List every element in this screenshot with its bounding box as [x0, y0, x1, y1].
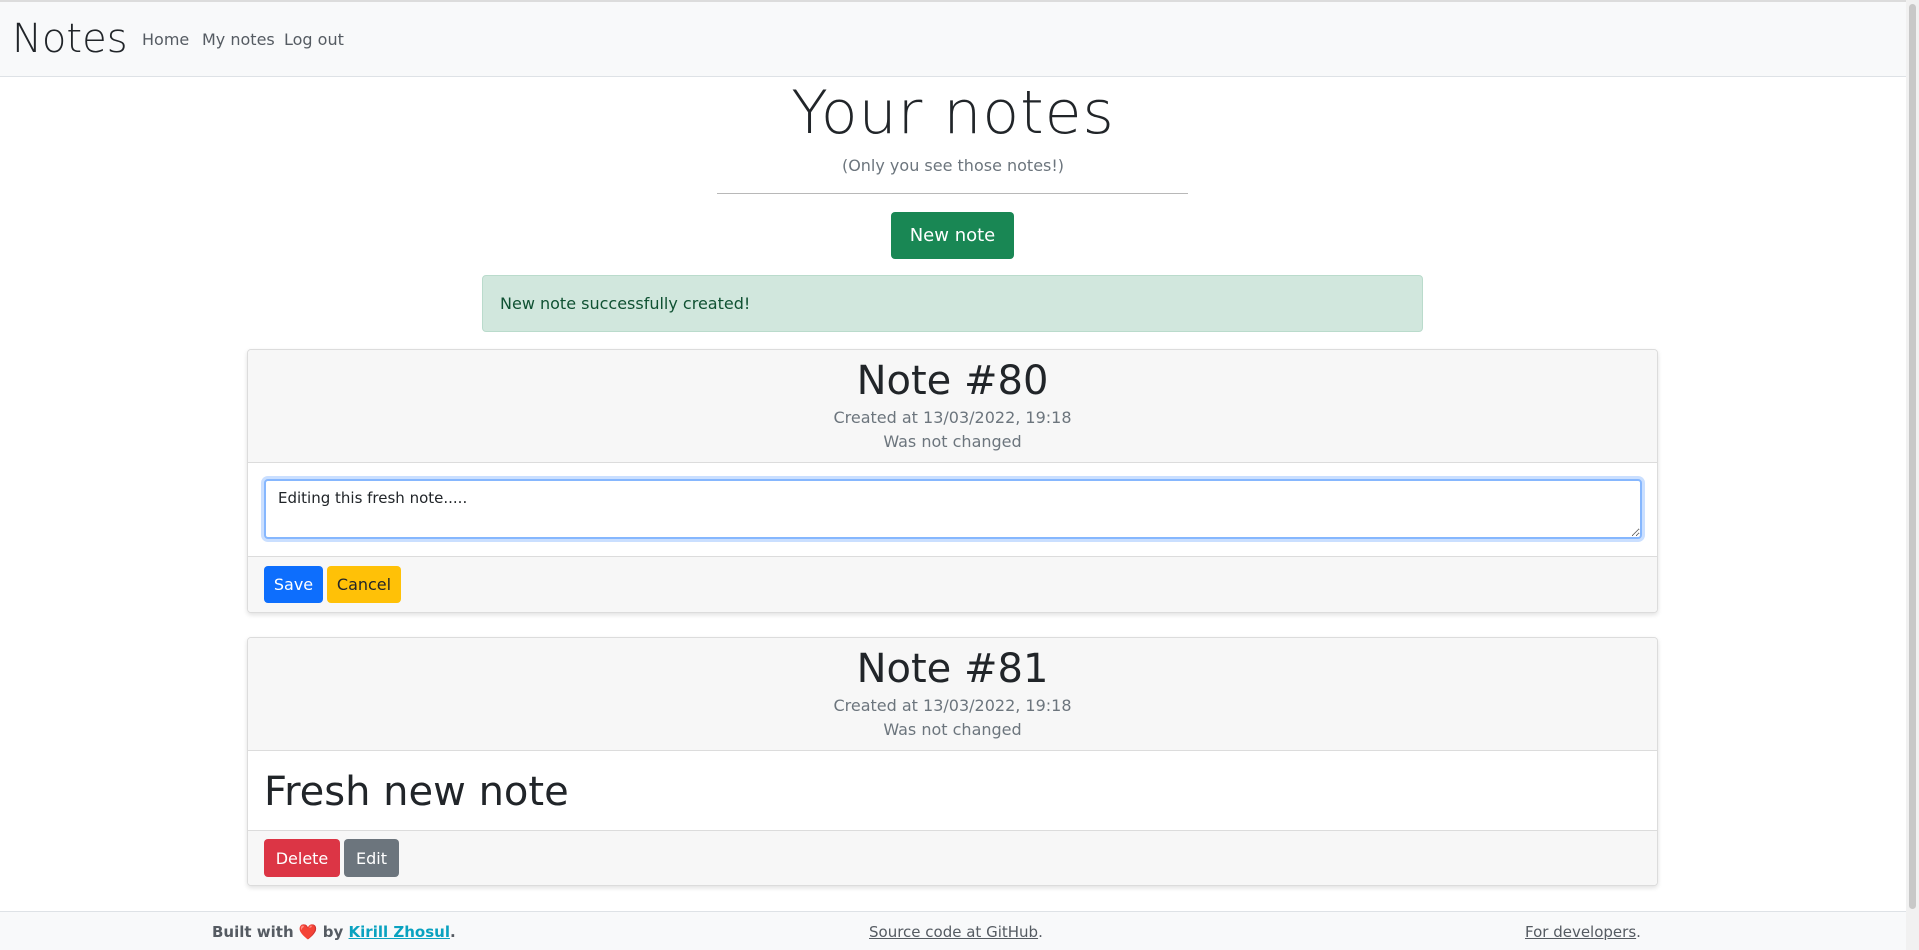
- note-changed-status: Was not changed: [883, 720, 1022, 739]
- footer-period: .: [1038, 923, 1043, 941]
- note-card-header: Note #81 Created at 13/03/2022, 19:18 Wa…: [248, 638, 1657, 751]
- navbar-brand[interactable]: Notes: [12, 16, 128, 62]
- note-card: Note #80 Created at 13/03/2022, 19:18 Wa…: [247, 349, 1658, 613]
- nav-link-logout[interactable]: Log out: [284, 30, 344, 49]
- cancel-button[interactable]: Cancel: [327, 566, 401, 603]
- nav-link-home[interactable]: Home: [142, 30, 189, 49]
- note-created-date: Created at 13/03/2022, 19:18: [833, 696, 1072, 715]
- developers-link[interactable]: For developers: [1525, 923, 1636, 941]
- note-card-header: Note #80 Created at 13/03/2022, 19:18 Wa…: [248, 350, 1657, 463]
- delete-button[interactable]: Delete: [264, 839, 340, 877]
- footer-developers: For developers.: [1525, 923, 1641, 941]
- note-created-date: Created at 13/03/2022, 19:18: [833, 408, 1072, 427]
- note-card-footer: Save Cancel: [248, 556, 1657, 612]
- nav-link-my-notes[interactable]: My notes: [202, 30, 275, 49]
- footer-period: .: [449, 923, 456, 941]
- footer-source: Source code at GitHub.: [869, 923, 1043, 941]
- footer-period: .: [1636, 923, 1641, 941]
- note-edit-textarea[interactable]: Editing this fresh note.....: [264, 479, 1642, 539]
- navbar: Notes Home My notes Log out: [0, 2, 1906, 77]
- scrollbar-thumb[interactable]: [1909, 4, 1916, 909]
- edit-button[interactable]: Edit: [344, 839, 399, 877]
- new-note-button[interactable]: New note: [891, 212, 1014, 259]
- note-card-body: Editing this fresh note.....: [248, 463, 1657, 557]
- note-changed-status: Was not changed: [883, 432, 1022, 451]
- page-title: Your notes: [791, 78, 1115, 148]
- title-divider: [717, 193, 1188, 194]
- author-link[interactable]: Kirill Zhosul: [349, 923, 450, 941]
- save-button[interactable]: Save: [264, 566, 323, 603]
- page-footer: Built with ❤️ by Kirill Zhosul. Source c…: [0, 911, 1906, 950]
- page-scrollbar[interactable]: [1906, 0, 1919, 950]
- footer-by: by: [322, 923, 344, 941]
- success-alert: New note successfully created!: [482, 275, 1423, 332]
- page-subtitle: (Only you see those notes!): [841, 156, 1065, 175]
- note-text: Fresh new note: [264, 769, 569, 815]
- note-card-footer: Delete Edit: [248, 830, 1657, 885]
- note-title: Note #80: [856, 358, 1049, 404]
- source-code-link[interactable]: Source code at GitHub: [869, 923, 1038, 941]
- note-card-body: Fresh new note: [248, 751, 1657, 831]
- footer-credits: Built with ❤️ by Kirill Zhosul.: [212, 923, 456, 941]
- note-card: Note #81 Created at 13/03/2022, 19:18 Wa…: [247, 637, 1658, 886]
- heart-icon: ❤️: [298, 923, 318, 941]
- note-title: Note #81: [856, 646, 1049, 692]
- footer-built-with: Built with: [212, 923, 294, 941]
